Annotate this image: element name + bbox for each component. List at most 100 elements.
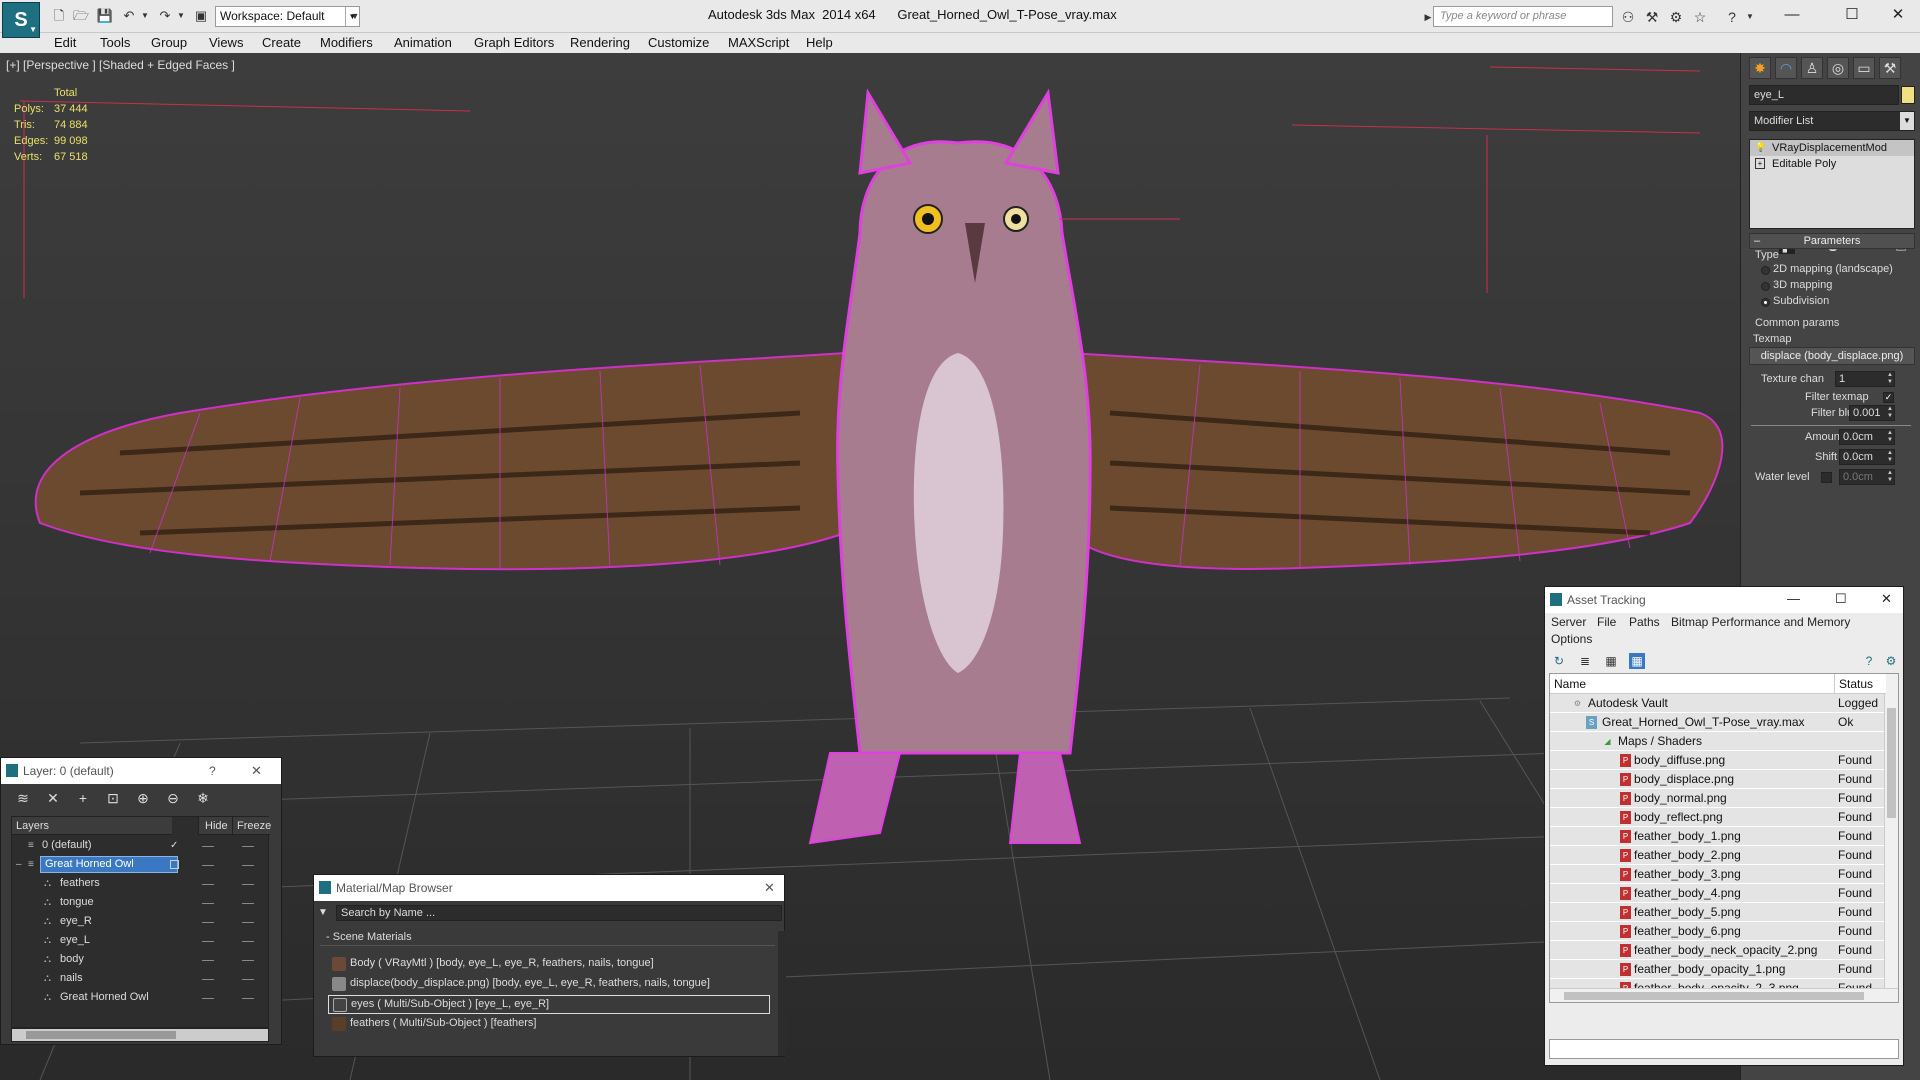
hide-toggle[interactable] — [202, 960, 214, 961]
object-row[interactable]: ⛬ nails — [12, 969, 268, 988]
new-file-icon[interactable]: 🗋 — [50, 8, 68, 24]
asset-row[interactable]: S Great_Horned_Owl_T-Pose_vray.max Ok — [1550, 713, 1884, 732]
horizontal-scrollbar[interactable] — [11, 1028, 269, 1042]
freeze-toggle[interactable] — [242, 979, 254, 980]
spinner-arrows-icon[interactable]: ▲ ▼ — [1886, 406, 1894, 420]
delete-icon[interactable]: ✕ — [45, 790, 61, 806]
collapse-minus-icon[interactable]: - — [326, 931, 333, 943]
lightbulb-icon[interactable]: 💡 — [1755, 142, 1766, 153]
menu-group[interactable]: Group — [151, 35, 187, 50]
maximize-button[interactable]: ☐ — [1835, 591, 1847, 607]
object-row[interactable]: ⛬ body — [12, 950, 268, 969]
open-file-icon[interactable]: 🗁 — [72, 8, 90, 24]
help-icon[interactable]: ? — [1722, 8, 1742, 26]
menu-options[interactable]: Options — [1551, 632, 1592, 646]
close-button[interactable]: ✕ — [1881, 591, 1892, 607]
scrollbar-thumb[interactable] — [26, 1031, 176, 1039]
chevron-down-icon[interactable]: ▼ — [172, 8, 190, 24]
hide-toggle[interactable] — [202, 979, 214, 980]
hide-toggle[interactable] — [202, 998, 214, 999]
asset-row[interactable]: ⚙Autodesk VaultLogged O — [1550, 694, 1884, 729]
shift-spinner[interactable]: 0.0cm ▲ ▼ — [1839, 449, 1895, 465]
communication-center-icon[interactable]: ⚙ — [1666, 8, 1686, 26]
hide-all-icon[interactable]: ⊖ — [165, 790, 181, 806]
layer-row-selected[interactable]: – ≡ Great Horned Owl — [12, 855, 268, 874]
freeze-toggle[interactable] — [242, 998, 254, 999]
app-menu-button[interactable]: S ▼ — [2, 2, 40, 38]
minimize-button[interactable]: — — [1787, 591, 1800, 606]
material-item-selected[interactable]: eyes ( Multi/Sub-Object ) [eye_L, eye_R] — [328, 995, 770, 1014]
object-row[interactable]: ⛬ feathers — [12, 874, 268, 893]
current-layer-box[interactable] — [170, 860, 179, 869]
hide-toggle[interactable] — [202, 884, 214, 885]
chevron-down-icon[interactable]: ▼ — [1740, 8, 1760, 26]
menu-bitmap-performance[interactable]: Bitmap Performance and Memory — [1671, 615, 1850, 629]
object-row[interactable]: ⛬ eye_L — [12, 931, 268, 950]
horizontal-scrollbar[interactable] — [1550, 988, 1898, 1002]
column-header-name[interactable]: Name — [1550, 674, 1834, 694]
water-level-spinner[interactable]: 0.0cm ▲ ▼ — [1839, 469, 1895, 485]
close-button[interactable]: ✕ — [251, 763, 262, 779]
column-header-hide[interactable]: Hide — [198, 817, 232, 835]
display-tab-icon[interactable]: ▭ — [1853, 57, 1875, 79]
maximize-button[interactable]: ☐ — [1832, 4, 1872, 26]
hide-toggle[interactable] — [202, 922, 214, 923]
hierarchy-tab-icon[interactable]: ♙ — [1801, 57, 1823, 79]
freeze-all-icon[interactable]: ❄ — [195, 790, 211, 806]
chevron-down-icon[interactable]: ▼ — [136, 8, 154, 24]
chevron-down-icon[interactable]: ▼ — [346, 8, 364, 24]
vertical-scrollbar[interactable] — [1884, 694, 1898, 990]
create-tab-icon[interactable]: ✸ — [1749, 57, 1771, 79]
radio-2d-mapping[interactable] — [1761, 266, 1770, 275]
menu-graph-editors[interactable]: Graph Editors — [474, 35, 554, 50]
asset-row[interactable]: Pfeather_body_6.png Found — [1550, 922, 1884, 941]
scrollbar-thumb[interactable] — [1564, 992, 1864, 1000]
asset-row[interactable]: Pfeather_body_3.png Found — [1550, 865, 1884, 884]
project-folder-icon[interactable]: ▣ — [192, 8, 210, 24]
close-button[interactable]: ✕ — [1878, 4, 1918, 26]
freeze-toggle[interactable] — [242, 941, 254, 942]
freeze-toggle[interactable] — [242, 960, 254, 961]
filter-blur-spinner[interactable]: 0.001 ▲ ▼ — [1849, 405, 1895, 421]
freeze-toggle[interactable] — [242, 865, 254, 866]
spinner-arrows-icon[interactable]: ▲ ▼ — [1886, 372, 1894, 386]
modifier-list-dropdown[interactable]: Modifier List ▼ — [1749, 111, 1915, 131]
thumbnail-view-icon[interactable]: ▦ — [1603, 653, 1619, 669]
search-by-name-input[interactable]: Search by Name ... — [336, 905, 782, 921]
spinner-arrows-icon[interactable]: ▲ ▼ — [1886, 470, 1894, 484]
stack-item-editable-poly[interactable]: + Editable Poly — [1750, 156, 1914, 172]
asset-tracking-titlebar[interactable]: Asset Tracking — ☐ ✕ — [1545, 587, 1903, 613]
minimize-button[interactable]: — — [1772, 4, 1812, 26]
menu-server[interactable]: Server — [1551, 615, 1586, 629]
asset-row[interactable]: Pfeather_body_2.png Found — [1550, 846, 1884, 865]
menu-views[interactable]: Views — [209, 35, 243, 50]
freeze-toggle[interactable] — [242, 922, 254, 923]
column-header-status[interactable]: Status — [1834, 674, 1886, 694]
radio-subdivision[interactable] — [1761, 298, 1770, 307]
viewport-label[interactable]: [+] [Perspective ] [Shaded + Edged Faces… — [6, 58, 235, 72]
parameters-rollout[interactable]: – Parameters — [1749, 233, 1915, 249]
expand-minus-icon[interactable]: – — [16, 855, 22, 874]
menu-maxscript[interactable]: MAXScript — [728, 35, 789, 50]
expand-plus-icon[interactable]: + — [1755, 158, 1765, 169]
browser-options-icon[interactable]: ▼ — [318, 907, 328, 918]
workspace-dropdown[interactable]: Workspace: Default ▼ — [215, 6, 360, 27]
search-input[interactable]: Type a keyword or phrase — [1433, 6, 1613, 27]
object-name-field[interactable]: eye_L — [1749, 85, 1899, 105]
checkmark-icon[interactable]: ✓ — [170, 836, 178, 855]
close-button[interactable]: ✕ — [764, 880, 775, 896]
asset-row[interactable]: Pbody_reflect.png Found — [1550, 808, 1884, 827]
amount-spinner[interactable]: 0.0cm ▲ ▼ — [1839, 429, 1895, 445]
material-item[interactable]: displace(body_displace.png) [body, eye_L… — [328, 975, 770, 994]
highlight-icon[interactable]: ⊕ — [135, 790, 151, 806]
water-level-checkbox[interactable] — [1821, 472, 1832, 483]
asset-row[interactable]: Pbody_normal.png Found — [1550, 789, 1884, 808]
freeze-toggle[interactable] — [242, 884, 254, 885]
menu-create[interactable]: Create — [262, 35, 301, 50]
binoculars-icon[interactable]: ⚇ — [1618, 8, 1638, 26]
texture-chan-spinner[interactable]: 1 ▲ ▼ — [1835, 371, 1895, 387]
column-header-layers[interactable]: Layers — [12, 817, 172, 835]
menu-animation[interactable]: Animation — [394, 35, 452, 50]
object-color-swatch[interactable] — [1901, 86, 1915, 104]
object-row[interactable]: ⛬ Great Horned Owl — [12, 988, 268, 1007]
